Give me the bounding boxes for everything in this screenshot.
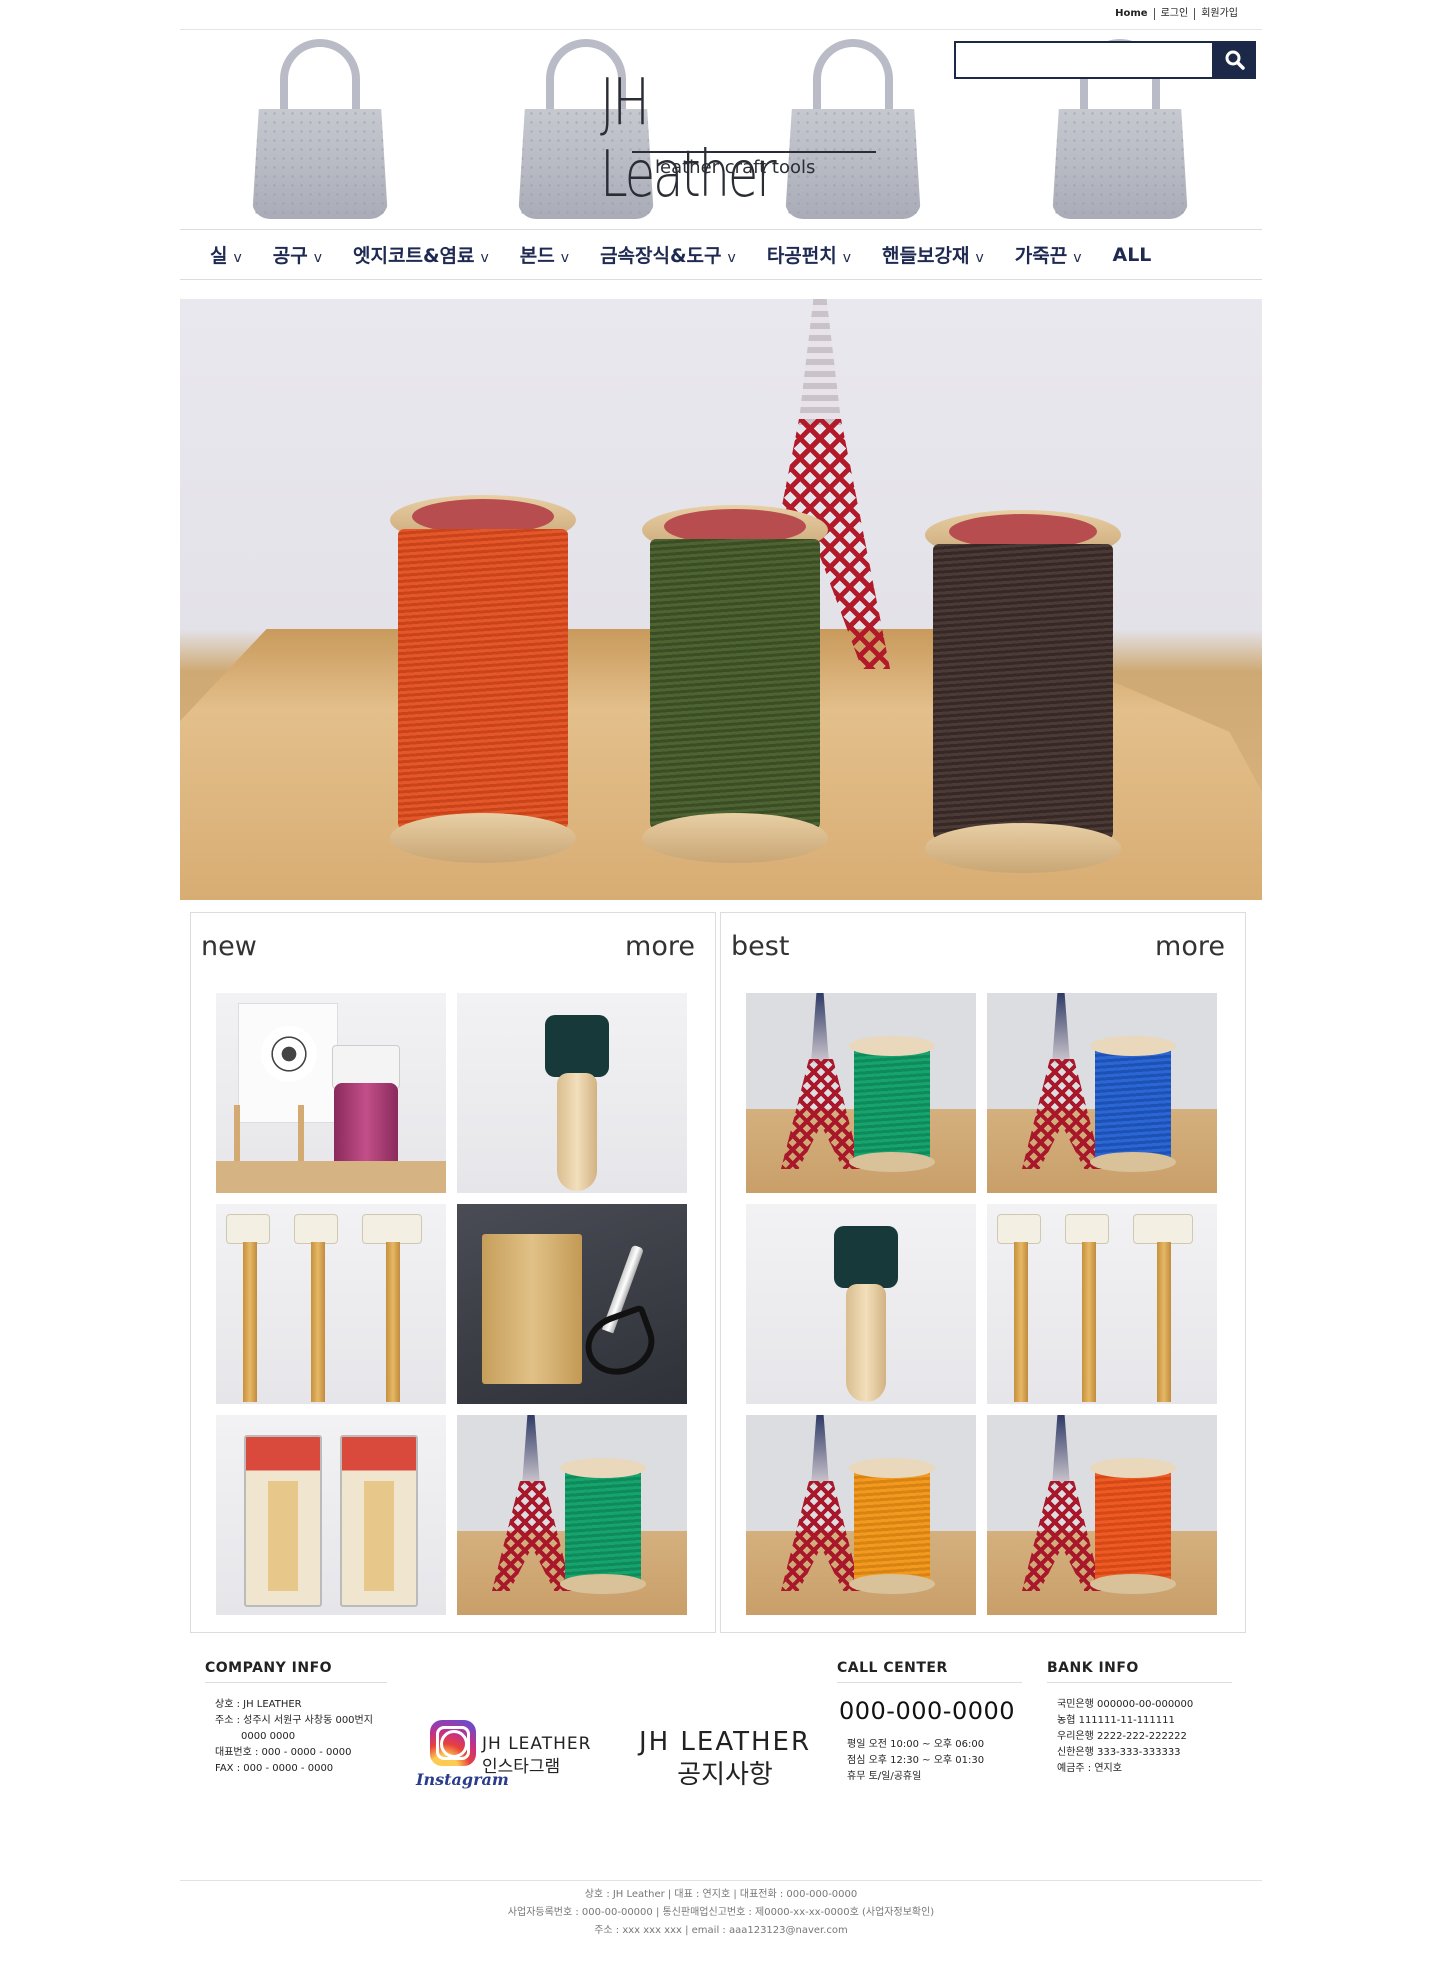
instagram-label-ko: 인스타그램 (482, 1757, 561, 1777)
nav-item-label: 공구 (272, 245, 308, 267)
logo-tagline: leather craft tools (655, 157, 816, 178)
search-bar (954, 41, 1256, 79)
logo-divider (632, 151, 876, 153)
notice-subtitle: 공지사항 (677, 1760, 773, 1790)
product-thumbnail[interactable] (746, 993, 976, 1193)
nav-item-label: ALL (1112, 243, 1152, 266)
nav-item-label: 핸들보강재 (882, 245, 970, 267)
search-icon (1225, 50, 1245, 70)
product-thumbnail[interactable] (746, 1204, 976, 1404)
home-link[interactable]: Home (1109, 8, 1153, 20)
bank-info-heading: BANK INFO (1047, 1660, 1232, 1683)
chevron-down-icon: v (313, 250, 323, 266)
new-products-panel: new more (190, 912, 716, 1633)
copyright-line: 상호 : JH Leather | 대표 : 연지호 | 대표전화 : 000-… (584, 1889, 858, 1900)
hero-banner[interactable] (180, 299, 1262, 900)
chevron-down-icon: v (727, 250, 736, 266)
product-thumbnail[interactable] (987, 1415, 1217, 1615)
thread-spool-orange (390, 495, 576, 863)
search-button[interactable] (1214, 41, 1256, 79)
nav-item-tools[interactable]: 공구 v (273, 241, 322, 268)
instagram-label: JH LEATHER (482, 1734, 592, 1754)
call-center-heading: CALL CENTER (837, 1660, 1022, 1683)
signup-link[interactable]: 회원가입 (1194, 8, 1244, 20)
call-center-hours: 휴무 토/일/공휴일 (847, 1771, 922, 1782)
top-links-bar: Home 로그인 회원가입 (180, 6, 1262, 30)
category-nav: 실v 공구 v 엣지코트&염료 v 본드 v 금속장식&도구 v 타공펀치 v 핸들보강재… (180, 229, 1262, 280)
copyright-line: 주소 : xxx xxx xxx | email : aaa123123@nav… (594, 1925, 848, 1936)
bank-account: 신한은행 333-333-333333 (1057, 1747, 1181, 1758)
call-center: CALL CENTER 000-000-0000 평일 오전 10:00 ~ 오… (837, 1660, 1022, 1785)
instagram-icon (430, 1720, 476, 1766)
site-logo[interactable]: JH Leather leather craft tools (600, 67, 900, 211)
product-thumbnail[interactable] (457, 1204, 687, 1404)
product-thumbnail[interactable] (987, 1204, 1217, 1404)
search-input[interactable] (954, 41, 1214, 79)
call-center-hours: 평일 오전 10:00 ~ 오후 06:00 (847, 1739, 985, 1750)
product-thumbnail[interactable] (987, 993, 1217, 1193)
notice-link[interactable]: JH LEATHER 공지사항 (620, 1726, 830, 1792)
call-center-phone: 000-000-0000 (839, 1697, 1016, 1725)
nav-item-label: 본드 (519, 245, 555, 267)
product-thumbnail[interactable] (216, 993, 446, 1193)
nav-item-lace[interactable]: 가죽끈 v (1015, 241, 1082, 268)
chevron-down-icon: v (480, 250, 489, 266)
nav-item-all[interactable]: ALL (1112, 244, 1151, 266)
section-title: new (201, 931, 257, 962)
company-info-line: 상호 : JH LEATHER (215, 1699, 302, 1710)
more-link[interactable]: more (625, 931, 695, 962)
thread-spool-brown (925, 510, 1121, 873)
nav-item-label: 실 (210, 245, 228, 267)
chevron-down-icon: v (975, 250, 984, 266)
nav-item-label: 금속장식&도구 (600, 245, 722, 267)
nav-item-edge-coat[interactable]: 엣지코트&염료 v (353, 241, 489, 268)
login-link[interactable]: 로그인 (1153, 8, 1195, 20)
company-info-heading: COMPANY INFO (205, 1660, 387, 1683)
footer-divider (180, 1880, 1262, 1881)
site-footer: COMPANY INFO 상호 : JH LEATHER 주소 : 성주시 서원… (180, 1660, 1262, 1860)
bank-account: 우리은행 2222-222-222222 (1057, 1731, 1187, 1742)
nav-item-label: 엣지코트&염료 (353, 245, 475, 267)
product-thumbnail[interactable] (216, 1204, 446, 1404)
nav-item-punch[interactable]: 타공펀치 v (767, 241, 851, 268)
product-thumbnail[interactable] (216, 1415, 446, 1615)
bank-account: 농협 111111-11-111111 (1057, 1715, 1175, 1726)
section-title: best (731, 931, 790, 962)
chevron-down-icon: v (233, 250, 242, 266)
handbag-image (252, 39, 388, 219)
site-header: JH Leather leather craft tools (180, 31, 1262, 229)
product-thumbnail[interactable] (457, 993, 687, 1193)
company-info-line: 대표번호 : 000 - 0000 - 0000 (215, 1747, 352, 1758)
product-thumbnail[interactable] (457, 1415, 687, 1615)
company-info-line: 주소 : 성주시 서원구 사창동 000번지 (215, 1715, 373, 1726)
nav-item-metal[interactable]: 금속장식&도구 v (600, 241, 736, 268)
bank-info: BANK INFO 국민은행 000000-00-000000 농협 11111… (1047, 1660, 1232, 1777)
bank-account-holder: 예금주 : 연지호 (1057, 1763, 1122, 1774)
chevron-down-icon: v (560, 250, 570, 266)
notice-title: JH LEATHER (638, 1727, 812, 1757)
copyright-block: 상호 : JH Leather | 대표 : 연지호 | 대표전화 : 000-… (180, 1886, 1262, 1940)
nav-item-label: 타공펀치 (766, 245, 837, 267)
copyright-line: 사업자등록번호 : 000-00-00000 | 통신판매업신고번호 : 제00… (507, 1907, 935, 1918)
product-thumbnail[interactable] (746, 1415, 976, 1615)
logo-name: JH Leather (600, 66, 777, 212)
company-info-line: FAX : 000 - 0000 - 0000 (215, 1763, 334, 1774)
chevron-down-icon: v (1073, 250, 1082, 266)
call-center-hours: 점심 오후 12:30 ~ 오후 01:30 (847, 1755, 985, 1766)
bank-account: 국민은행 000000-00-000000 (1057, 1699, 1194, 1710)
nav-item-bond[interactable]: 본드 v (520, 241, 569, 268)
company-info-line: 0000 0000 (241, 1731, 296, 1742)
company-info: COMPANY INFO 상호 : JH LEATHER 주소 : 성주시 서원… (205, 1660, 387, 1777)
nav-item-label: 가죽끈 (1014, 245, 1068, 267)
more-link[interactable]: more (1155, 931, 1225, 962)
thread-spool-green (642, 505, 828, 863)
chevron-down-icon: v (842, 250, 852, 266)
nav-item-thread[interactable]: 실v (210, 241, 242, 268)
instagram-link[interactable]: Instagram JH LEATHER 인스타그램 (416, 1720, 606, 1800)
nav-item-handle[interactable]: 핸들보강재 v (882, 241, 984, 268)
best-products-panel: best more (720, 912, 1246, 1633)
